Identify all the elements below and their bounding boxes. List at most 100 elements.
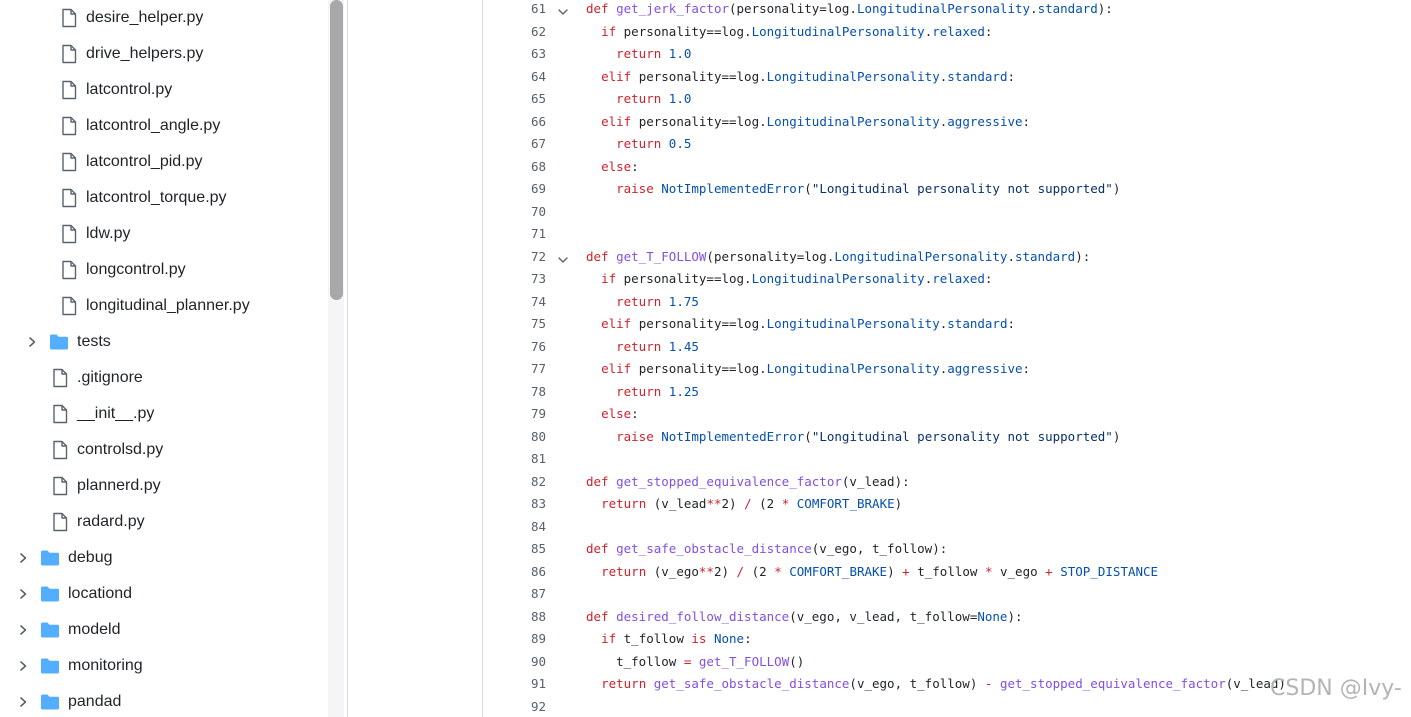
file-icon <box>51 368 69 388</box>
line-number[interactable]: 73 <box>516 268 546 290</box>
code-token: else <box>601 158 632 174</box>
code-token: v_ego <box>992 563 1046 579</box>
line-number[interactable]: 82 <box>516 471 546 493</box>
code-line: 67 return 0.5 <box>348 133 1411 155</box>
tree-file[interactable]: controlsd.py <box>0 432 328 468</box>
tree-file[interactable]: .gitignore <box>0 360 328 396</box>
tree-file[interactable]: longcontrol.py <box>0 252 328 288</box>
chevron-right-icon[interactable] <box>16 695 30 709</box>
tree-folder[interactable]: tests <box>0 324 328 360</box>
tree-folder[interactable]: locationd <box>0 576 328 612</box>
tree-file[interactable]: drive_helpers.py <box>0 36 328 72</box>
tree-file[interactable]: latcontrol_torque.py <box>0 180 328 216</box>
tree-item-label: .gitignore <box>77 369 143 386</box>
code-token: ** <box>698 563 714 579</box>
line-number[interactable]: 69 <box>516 178 546 200</box>
line-number[interactable]: 83 <box>516 493 546 515</box>
tree-file[interactable]: longitudinal_planner.py <box>0 288 328 324</box>
code-token: (v_ego, t_follow) <box>849 676 985 691</box>
chevron-right-icon[interactable] <box>16 587 30 601</box>
code-token: "Longitudinal personality not supported" <box>811 181 1113 196</box>
line-number[interactable]: 90 <box>516 651 546 673</box>
code-token: (v_lead <box>646 496 707 511</box>
tree-folder[interactable]: pandad <box>0 684 328 717</box>
line-number[interactable]: 92 <box>516 696 546 717</box>
code-token: ): <box>1097 1 1113 16</box>
code-token: 1.45 <box>668 338 699 354</box>
line-number[interactable]: 77 <box>516 358 546 380</box>
tree-folder[interactable]: modeld <box>0 612 328 648</box>
tree-file[interactable]: plannerd.py <box>0 468 328 504</box>
code-token: LongitudinalPersonality <box>751 271 925 286</box>
line-number[interactable]: 61 <box>516 0 546 20</box>
code-line: 87 <box>348 583 1411 605</box>
code-token: ) <box>894 496 903 511</box>
tree-folder[interactable]: monitoring <box>0 648 328 684</box>
chevron-down-icon[interactable] <box>557 3 569 15</box>
code-text: if t_follow is None: <box>586 628 752 650</box>
line-number[interactable]: 75 <box>516 313 546 335</box>
line-number[interactable]: 81 <box>516 448 546 470</box>
chevron-right-icon[interactable] <box>25 335 39 349</box>
code-line: 63 return 1.0 <box>348 43 1411 65</box>
code-token: return <box>616 338 662 354</box>
line-number[interactable]: 64 <box>516 66 546 88</box>
tree-file[interactable]: __init__.py <box>0 396 328 432</box>
code-line: 75 elif personality==log.LongitudinalPer… <box>348 313 1411 335</box>
chevron-right-icon[interactable] <box>16 659 30 673</box>
file-tree-scrollbar-thumb[interactable] <box>330 0 343 300</box>
tree-file[interactable]: latcontrol_angle.py <box>0 108 328 144</box>
chevron-right-icon[interactable] <box>16 623 30 637</box>
code-text: return 1.45 <box>586 336 699 358</box>
tree-file[interactable]: radard.py <box>0 504 328 540</box>
line-number[interactable]: 66 <box>516 111 546 133</box>
code-token: return <box>601 496 647 511</box>
line-number[interactable]: 89 <box>516 628 546 650</box>
line-number[interactable]: 86 <box>516 561 546 583</box>
code-token: personality== <box>631 113 737 129</box>
line-number[interactable]: 84 <box>516 516 546 538</box>
code-line: 71 <box>348 223 1411 245</box>
line-number[interactable]: 72 <box>516 246 546 268</box>
line-number[interactable]: 78 <box>516 381 546 403</box>
line-number[interactable]: 71 <box>516 223 546 245</box>
code-token: : <box>1007 316 1016 331</box>
line-number[interactable]: 80 <box>516 426 546 448</box>
code-text: def get_jerk_factor(personality=log.Long… <box>586 0 1113 20</box>
tree-file[interactable]: latcontrol_pid.py <box>0 144 328 180</box>
code-line: 79 else: <box>348 403 1411 425</box>
line-number[interactable]: 87 <box>516 583 546 605</box>
code-line: 68 else: <box>348 156 1411 178</box>
line-number[interactable]: 74 <box>516 291 546 313</box>
chevron-right-icon[interactable] <box>16 551 30 565</box>
tree-folder[interactable]: debug <box>0 540 328 576</box>
line-number[interactable]: 65 <box>516 88 546 110</box>
tree-file[interactable]: latcontrol.py <box>0 72 328 108</box>
code-line: 77 elif personality==log.LongitudinalPer… <box>348 358 1411 380</box>
code-token: 2) <box>721 496 745 511</box>
line-number[interactable]: 91 <box>516 673 546 695</box>
tree-file[interactable]: desire_helper.py <box>0 0 328 36</box>
line-number[interactable]: 76 <box>516 336 546 358</box>
chevron-down-icon[interactable] <box>557 251 569 263</box>
code-token: (v_ego <box>646 563 699 579</box>
tree-file[interactable]: ldw.py <box>0 216 328 252</box>
line-number[interactable]: 62 <box>516 21 546 43</box>
code-token: (personality=log. <box>706 248 835 264</box>
code-token: standard <box>1014 248 1076 264</box>
code-token: log. <box>736 113 767 129</box>
line-number[interactable]: 70 <box>516 201 546 223</box>
line-number[interactable]: 67 <box>516 133 546 155</box>
code-token: COMFORT_BRAKE <box>789 563 888 579</box>
line-number[interactable]: 88 <box>516 606 546 628</box>
line-number[interactable]: 85 <box>516 538 546 560</box>
line-number[interactable]: 68 <box>516 156 546 178</box>
line-number[interactable]: 79 <box>516 403 546 425</box>
line-number[interactable]: 63 <box>516 43 546 65</box>
